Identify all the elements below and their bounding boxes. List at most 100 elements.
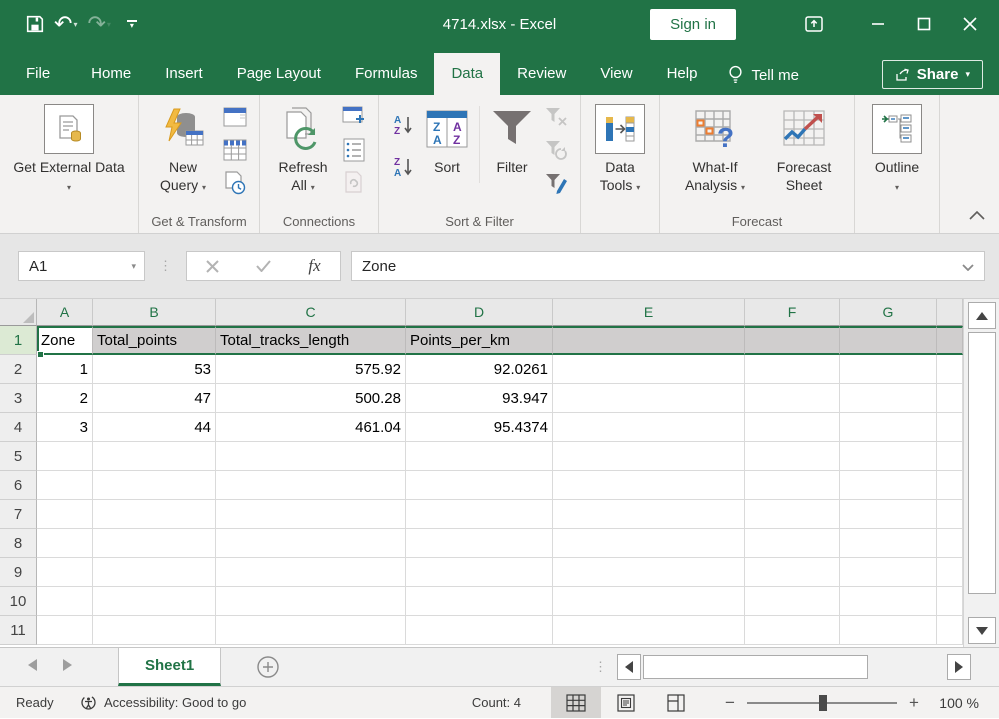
cell-C4[interactable]: 461.04: [216, 413, 406, 442]
cell-E7[interactable]: [553, 500, 745, 529]
cell-G3[interactable]: [840, 384, 937, 413]
reapply-filter-icon[interactable]: [543, 137, 569, 163]
cell-F2[interactable]: [745, 355, 840, 384]
scroll-up-icon[interactable]: [968, 302, 996, 329]
new-sheet-icon[interactable]: [257, 648, 279, 686]
cell-C2[interactable]: 575.92: [216, 355, 406, 384]
cell-F9[interactable]: [745, 558, 840, 587]
cell-B9[interactable]: [93, 558, 216, 587]
new-query-button[interactable]: New Query ▾: [147, 100, 219, 197]
cell-B3[interactable]: 47: [93, 384, 216, 413]
connection-properties-icon[interactable]: [341, 104, 367, 130]
cell-G5[interactable]: [840, 442, 937, 471]
cell-C3[interactable]: 500.28: [216, 384, 406, 413]
column-header-D[interactable]: D: [406, 299, 553, 326]
cell-B5[interactable]: [93, 442, 216, 471]
cell-C7[interactable]: [216, 500, 406, 529]
tab-formulas[interactable]: Formulas: [338, 53, 435, 95]
cell-E5[interactable]: [553, 442, 745, 471]
cell-D4[interactable]: 95.4374: [406, 413, 553, 442]
cell-F11[interactable]: [745, 616, 840, 645]
cell-F3[interactable]: [745, 384, 840, 413]
tab-view[interactable]: View: [583, 53, 649, 95]
cancel-icon[interactable]: [198, 253, 228, 279]
cell-H3[interactable]: [937, 384, 963, 413]
advanced-filter-icon[interactable]: [543, 170, 569, 196]
cell-E1[interactable]: [553, 326, 745, 355]
close-button[interactable]: [947, 0, 993, 48]
cell-B6[interactable]: [93, 471, 216, 500]
cell-F7[interactable]: [745, 500, 840, 529]
name-box[interactable]: A1 ▾: [18, 251, 145, 281]
cell-B7[interactable]: [93, 500, 216, 529]
cell-H8[interactable]: [937, 529, 963, 558]
row-header-10[interactable]: 10: [0, 587, 37, 616]
cell-F4[interactable]: [745, 413, 840, 442]
select-all-button[interactable]: [0, 299, 37, 326]
filter-button[interactable]: Filter: [484, 100, 540, 179]
from-table-icon[interactable]: [222, 137, 248, 163]
share-button[interactable]: Share ▾: [882, 60, 983, 89]
tab-help[interactable]: Help: [650, 53, 715, 95]
fill-handle[interactable]: [37, 351, 44, 358]
sheet-tab-sheet1[interactable]: Sheet1: [118, 648, 221, 686]
scroll-right-icon[interactable]: [947, 654, 971, 680]
cell-D6[interactable]: [406, 471, 553, 500]
recent-sources-icon[interactable]: [222, 170, 248, 196]
column-header-partial[interactable]: [937, 299, 963, 326]
cell-G10[interactable]: [840, 587, 937, 616]
formula-bar-drag-handle[interactable]: ⋮: [159, 258, 172, 274]
cell-D8[interactable]: [406, 529, 553, 558]
tab-file[interactable]: File: [2, 53, 74, 95]
insert-function-icon[interactable]: fx: [300, 253, 330, 279]
cell-H10[interactable]: [937, 587, 963, 616]
column-header-B[interactable]: B: [93, 299, 216, 326]
tab-data[interactable]: Data: [434, 53, 500, 95]
row-header-3[interactable]: 3: [0, 384, 37, 413]
enter-icon[interactable]: [249, 253, 279, 279]
name-box-caret-icon[interactable]: ▾: [131, 261, 136, 272]
cell-C10[interactable]: [216, 587, 406, 616]
customize-qat-icon[interactable]: ▾: [127, 20, 137, 28]
row-header-5[interactable]: 5: [0, 442, 37, 471]
cell-H9[interactable]: [937, 558, 963, 587]
cell-A8[interactable]: [37, 529, 93, 558]
row-header-8[interactable]: 8: [0, 529, 37, 558]
cell-B10[interactable]: [93, 587, 216, 616]
cell-B4[interactable]: 44: [93, 413, 216, 442]
zoom-out-icon[interactable]: −: [717, 693, 743, 713]
column-header-G[interactable]: G: [840, 299, 937, 326]
cell-A5[interactable]: [37, 442, 93, 471]
cell-F6[interactable]: [745, 471, 840, 500]
cell-B8[interactable]: [93, 529, 216, 558]
maximize-button[interactable]: [901, 0, 947, 48]
column-header-C[interactable]: C: [216, 299, 406, 326]
normal-view-icon[interactable]: [551, 687, 601, 718]
expand-formula-bar-icon[interactable]: [962, 258, 974, 275]
zoom-in-icon[interactable]: +: [901, 693, 927, 713]
column-header-A[interactable]: A: [37, 299, 93, 326]
cell-H11[interactable]: [937, 616, 963, 645]
tell-me-button[interactable]: Tell me: [714, 55, 813, 95]
zoom-slider-handle[interactable]: [819, 695, 827, 711]
cell-D7[interactable]: [406, 500, 553, 529]
cell-F5[interactable]: [745, 442, 840, 471]
cell-A7[interactable]: [37, 500, 93, 529]
get-external-data-button[interactable]: Get External Data ▾: [8, 100, 130, 197]
cell-H6[interactable]: [937, 471, 963, 500]
cell-G11[interactable]: [840, 616, 937, 645]
horizontal-scrollbar[interactable]: [617, 648, 999, 686]
cell-F1[interactable]: [745, 326, 840, 355]
cell-A9[interactable]: [37, 558, 93, 587]
cell-D11[interactable]: [406, 616, 553, 645]
cell-B11[interactable]: [93, 616, 216, 645]
cell-G2[interactable]: [840, 355, 937, 384]
scroll-left-icon[interactable]: [617, 654, 641, 680]
cell-C11[interactable]: [216, 616, 406, 645]
cell-H1[interactable]: [937, 326, 963, 355]
next-sheet-icon[interactable]: [63, 658, 72, 676]
cell-D2[interactable]: 92.0261: [406, 355, 553, 384]
forecast-sheet-button[interactable]: Forecast Sheet: [762, 100, 846, 197]
sort-ascending-icon[interactable]: AZ: [390, 112, 416, 138]
cell-C9[interactable]: [216, 558, 406, 587]
